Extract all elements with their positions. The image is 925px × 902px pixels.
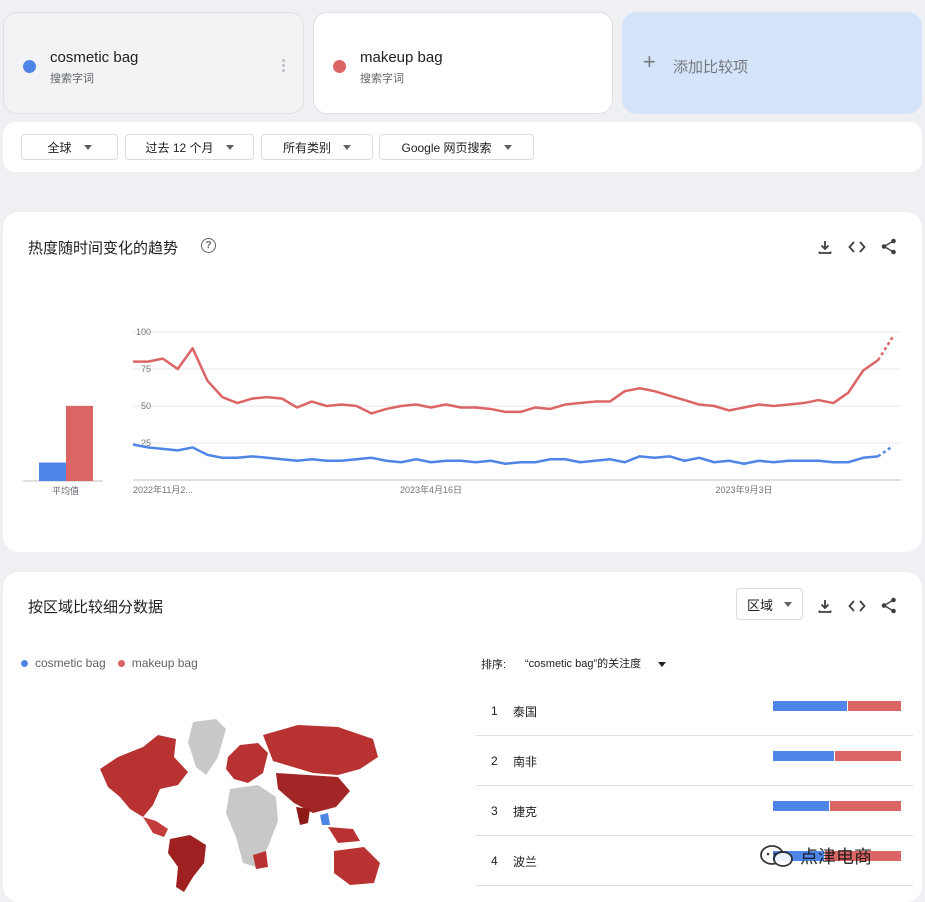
term-card-cosmetic-bag[interactable]: cosmetic bag 搜索字词 [3,12,304,114]
asia-region[interactable] [276,773,350,813]
category-filter[interactable]: 所有类别 [261,134,373,160]
series-line-cosmetic-bag[interactable] [132,443,879,465]
sort-select[interactable]: “cosmetic bag”的关注度 [525,655,667,671]
region-level-value: 区域 [747,597,774,613]
region-rank: 4 [491,854,498,868]
x-tick-label: 2023年9月3日 [715,484,772,495]
share-segment-cosmetic-bag [773,751,834,761]
x-tick-label: 2022年11月2... [133,484,193,495]
region-name: 南非 [513,755,538,769]
time-filter-label: 过去 12 个月 [145,140,214,155]
embed-code-icon[interactable] [848,598,866,614]
caret-down-icon [343,144,351,150]
series-color-dot [333,60,346,73]
region-name: 波兰 [513,855,538,869]
thailand-region[interactable] [320,813,330,825]
africa-region[interactable] [226,785,278,867]
region-share-bar [773,701,901,711]
time-filter[interactable]: 过去 12 个月 [125,134,254,160]
series-partial-makeup-bag [877,335,895,361]
region-filter-label: 全球 [47,140,72,155]
central-america-region[interactable] [143,817,168,837]
caret-down-icon [658,662,667,667]
share-segment-makeup-bag [847,701,901,711]
region-rank: 2 [491,754,498,768]
region-filter[interactable]: 全球 [21,134,118,160]
search-type-filter[interactable]: Google 网页搜索 [379,134,534,160]
region-rank: 1 [491,704,498,718]
series-color-dot [23,60,36,73]
average-chart [23,405,103,482]
region-row[interactable]: 2 南非 [476,735,913,786]
share-icon[interactable] [881,238,897,255]
term-card-makeup-bag[interactable]: makeup bag 搜索字词 [313,12,613,114]
europe-region[interactable] [226,743,268,783]
region-share-bar [773,801,901,811]
plus-icon: + [643,49,656,74]
greenland-region[interactable] [188,719,226,775]
legend-dot [21,659,28,667]
average-bar-cosmetic-bag [39,462,66,481]
region-rank: 3 [491,804,498,818]
series-line-makeup-bag[interactable] [133,347,879,415]
region-name: 捷克 [513,805,538,819]
share-segment-cosmetic-bag [773,701,847,711]
wechat-icon [760,845,793,867]
caret-down-icon [784,601,792,607]
russia-region[interactable] [263,725,378,775]
region-level-select[interactable]: 区域 [736,588,803,620]
legend-item: makeup bag [131,656,198,670]
map-legend: cosmetic bag makeup bag [21,656,198,670]
interest-over-time-card: 热度随时间变化的趋势 ? 平均值 100 75 50 25 2022年11月2... 2… [3,212,922,552]
region-share-bar [773,751,901,761]
region-row[interactable]: 3 捷克 [476,785,913,836]
share-segment-makeup-bag [834,751,901,761]
share-icon[interactable] [881,597,897,614]
caret-down-icon [225,144,234,150]
add-comparison-button[interactable]: + 添加比较项 [622,12,922,114]
sort-label: 排序: [481,659,507,671]
category-filter-label: 所有类别 [282,140,331,155]
region-name: 泰国 [513,705,538,719]
legend-item: cosmetic bag [35,656,106,670]
watermark-text: 点津电商 [800,847,872,867]
x-tick-label: 2023年4月16日 [400,484,462,495]
search-type-filter-label: Google 网页搜索 [401,140,492,155]
term-name: cosmetic bag [50,49,139,66]
y-tick-label: 75 [141,364,151,374]
share-segment-cosmetic-bag [773,801,829,811]
trend-line-chart: 100755025 2022年11月2... 2023年4月16日 2023年9月3… [132,327,901,495]
term-type: 搜索字词 [50,73,94,85]
help-icon[interactable]: ? [201,238,216,253]
australia-region[interactable] [334,847,380,885]
sort-value: “cosmetic bag”的关注度 [525,658,642,670]
card-title: 热度随时间变化的趋势 [28,240,179,257]
region-row[interactable]: 1 泰国 [476,685,913,736]
watermark: 点津电商 [760,843,872,869]
y-tick-label: 100 [136,327,151,337]
filter-bar: 全球 过去 12 个月 所有类别 Google 网页搜索 [3,122,922,172]
y-tick-label: 50 [141,401,151,411]
download-icon[interactable] [817,598,833,614]
download-icon[interactable] [817,239,833,255]
average-label: 平均值 [52,486,80,496]
average-bar-makeup-bag [66,405,93,481]
share-segment-makeup-bag [829,801,901,811]
world-map[interactable] [98,717,383,892]
caret-down-icon [83,144,92,150]
caret-down-icon [503,144,512,150]
term-name: makeup bag [360,49,443,66]
southeast-asia-region[interactable] [328,827,360,843]
north-america-region[interactable] [100,735,188,817]
card-title: 按区域比较细分数据 [28,599,164,616]
term-type: 搜索字词 [360,73,404,85]
more-options-icon[interactable] [282,59,286,74]
india-region[interactable] [296,807,310,825]
embed-code-icon[interactable] [848,239,866,255]
add-comparison-label: 添加比较项 [673,59,749,76]
south-america-region[interactable] [168,835,206,892]
series-partial-cosmetic-bag [877,444,894,458]
legend-dot [117,659,125,667]
